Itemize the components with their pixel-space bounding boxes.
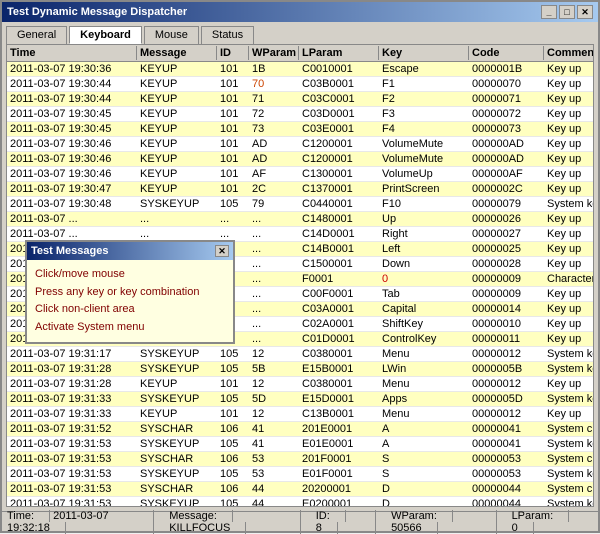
tab-status[interactable]: Status (201, 26, 254, 44)
table-row[interactable]: 2011-03-07 19:30:48SYSKEYUP10579C0440001… (7, 197, 593, 212)
maximize-button[interactable]: □ (559, 5, 575, 19)
col-time: Time (7, 46, 137, 60)
status-wparam: WParam: 50566 (391, 510, 497, 534)
table-row[interactable]: 2011-03-07 19:31:52SYSCHAR10641201E0001A… (7, 422, 593, 437)
status-id-value: 8 (316, 522, 338, 534)
popup-item-1: Click/move mouse (35, 266, 225, 284)
status-message-label: Message: (169, 510, 233, 522)
popup-content: Click/move mouse Press any key or key co… (27, 260, 233, 342)
table-row[interactable]: 2011-03-07 19:31:53SYSCHAR1064420200001D… (7, 482, 593, 497)
tab-mouse[interactable]: Mouse (144, 26, 199, 44)
table-row[interactable]: 2011-03-07 19:30:46KEYUP101ADC1200001Vol… (7, 137, 593, 152)
table-row[interactable]: 2011-03-07 19:30:47KEYUP1012CC1370001Pri… (7, 182, 593, 197)
status-bar: Time: 2011-03-07 19:32:18 Message: KILLF… (2, 511, 598, 531)
status-message: Message: KILLFOCUS (169, 510, 301, 534)
popup-title: Test Messages (31, 245, 108, 257)
table-header: Time Message ID WParam LParam Key Code C… (7, 45, 593, 62)
status-time-label: Time: (7, 510, 50, 522)
col-key: Key (379, 46, 469, 60)
popup-item-3: Click non-client area (35, 301, 225, 319)
status-lparam: LParam: 0 (512, 510, 593, 534)
col-lparam: LParam (299, 46, 379, 60)
table-row[interactable]: 2011-03-07 19:31:28SYSKEYUP1055BE15B0001… (7, 362, 593, 377)
table-row[interactable]: 2011-03-07 19:30:36KEYUP1011BC0010001Esc… (7, 62, 593, 77)
table-row[interactable]: 2011-03-07 19:31:28KEYUP10112C0380001Men… (7, 377, 593, 392)
table-row[interactable]: 2011-03-07 19:30:46KEYUP101ADC1200001Vol… (7, 152, 593, 167)
col-id: ID (217, 46, 249, 60)
status-wparam-label: WParam: (391, 510, 453, 522)
table-row[interactable]: 2011-03-07 19:31:53SYSKEYUP10553E01F0001… (7, 467, 593, 482)
table-row[interactable]: 2011-03-07 19:31:53SYSKEYUP10544E0200001… (7, 497, 593, 506)
status-lparam-label: LParam: (512, 510, 570, 522)
table-row[interactable]: 2011-03-07 19:31:33SYSKEYUP1055DE15D0001… (7, 392, 593, 407)
table-row[interactable]: 2011-03-07 19:30:45KEYUP10172C03D0001F30… (7, 107, 593, 122)
status-time: Time: 2011-03-07 19:32:18 (7, 510, 154, 534)
table-row[interactable]: 2011-03-07 19:30:46KEYUP101AFC1300001Vol… (7, 167, 593, 182)
close-button[interactable]: ✕ (577, 5, 593, 19)
table-row[interactable]: 2011-03-07 19:30:44KEYUP10171C03C0001F20… (7, 92, 593, 107)
tab-general[interactable]: General (6, 26, 67, 44)
status-message-value: KILLFOCUS (169, 522, 246, 534)
table-row[interactable]: 2011-03-07 ............C1480001Up0000002… (7, 212, 593, 227)
tab-keyboard[interactable]: Keyboard (69, 26, 142, 44)
status-id-label: ID: (316, 510, 346, 522)
tab-bar: General Keyboard Mouse Status (2, 22, 598, 44)
popup-item-4: Activate System menu (35, 319, 225, 337)
col-comment: Comment (544, 46, 594, 60)
popup-item-2: Press any key or key combination (35, 284, 225, 302)
title-bar-buttons: _ □ ✕ (541, 5, 593, 19)
content-area: Time Message ID WParam LParam Key Code C… (6, 44, 594, 507)
col-message: Message (137, 46, 217, 60)
col-wparam: WParam (249, 46, 299, 60)
popup-close-button[interactable]: ✕ (215, 245, 229, 257)
table-row[interactable]: 2011-03-07 19:31:53SYSCHAR10653201F0001S… (7, 452, 593, 467)
table-row[interactable]: 2011-03-07 19:31:33KEYUP10112C13B0001Men… (7, 407, 593, 422)
status-lparam-value: 0 (512, 522, 534, 534)
table-row[interactable]: 2011-03-07 19:30:44KEYUP10170C03B0001F10… (7, 77, 593, 92)
col-code: Code (469, 46, 544, 60)
table-row[interactable]: 2011-03-07 19:31:17SYSKEYUP10512C0380001… (7, 347, 593, 362)
minimize-button[interactable]: _ (541, 5, 557, 19)
status-id: ID: 8 (316, 510, 376, 534)
window-title: Test Dynamic Message Dispatcher (7, 6, 187, 18)
table-row[interactable]: 2011-03-07 19:30:45KEYUP10173C03E0001F40… (7, 122, 593, 137)
popup-title-bar: Test Messages ✕ (27, 242, 233, 260)
test-messages-popup: Test Messages ✕ Click/move mouse Press a… (25, 240, 235, 344)
title-bar: Test Dynamic Message Dispatcher _ □ ✕ (2, 2, 598, 22)
status-wparam-value: 50566 (391, 522, 438, 534)
main-window: Test Dynamic Message Dispatcher _ □ ✕ Ge… (0, 0, 600, 533)
table-row[interactable]: 2011-03-07 19:31:53SYSKEYUP10541E01E0001… (7, 437, 593, 452)
